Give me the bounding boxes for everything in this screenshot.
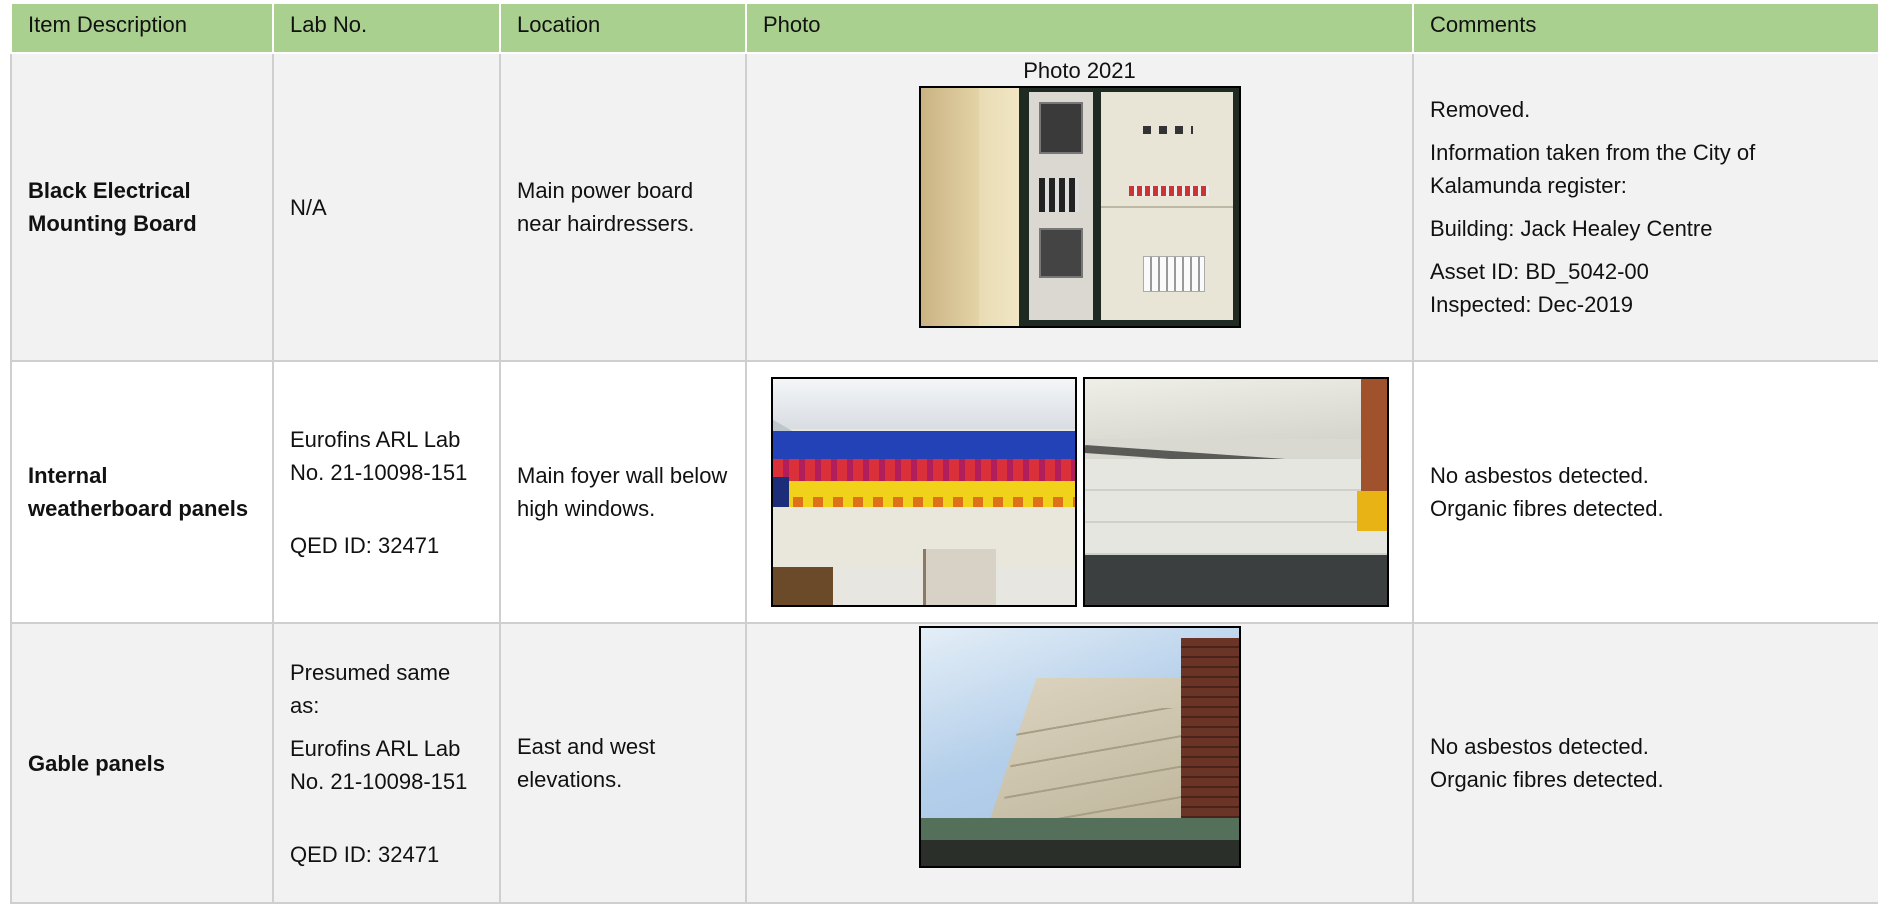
header-location: Location: [499, 4, 747, 54]
item-description-cell: Gable panels: [10, 622, 274, 904]
lab-no-text: Eurofins ARL Lab No. 21-10098-151: [290, 426, 468, 485]
comment-line: Building: Jack Healey Centre: [1430, 216, 1713, 241]
comment-line: Asset ID: BD_5042-00: [1430, 259, 1649, 284]
comments-cell: Removed. Information taken from the City…: [1412, 52, 1878, 362]
header-lab-no: Lab No.: [272, 4, 501, 54]
weatherboard-closeup-photo: [1082, 377, 1389, 607]
table-row: Internal weatherboard panels Eurofins AR…: [10, 360, 1878, 624]
photo-cell: [745, 360, 1414, 624]
photo-caption: Photo 2021: [1023, 58, 1136, 83]
location-cell: East and west elevations.: [499, 622, 747, 904]
comment-line: Removed.: [1430, 97, 1531, 122]
asbestos-register-table: Item Description Lab No. Location Photo …: [10, 4, 1878, 904]
item-description-cell: Internal weatherboard panels: [10, 360, 274, 624]
comment-line: Information taken from the City of Kalam…: [1430, 140, 1756, 198]
qed-id-text: QED ID: 32471: [290, 532, 440, 558]
photo-cell: [745, 622, 1414, 904]
foyer-wall-photo: [770, 377, 1077, 607]
table-header-row: Item Description Lab No. Location Photo …: [10, 4, 1878, 54]
location-cell: Main foyer wall below high windows.: [499, 360, 747, 624]
lab-no-cell: Presumed same as: Eurofins ARL Lab No. 2…: [272, 622, 501, 904]
comment-line: No asbestos detected.: [1430, 463, 1649, 488]
table-row: Gable panels Presumed same as: Eurofins …: [10, 622, 1878, 904]
table-row: Black Electrical Mounting Board N/A Main…: [10, 52, 1878, 362]
comment-line: Organic fibres detected.: [1430, 767, 1664, 792]
presumed-text: Presumed same as:: [290, 659, 451, 718]
lab-no-text: Eurofins ARL Lab No. 21-10098-151: [290, 735, 468, 794]
location-cell: Main power board near hairdressers.: [499, 52, 747, 362]
electrical-board-photo: [918, 86, 1241, 328]
lab-no-cell: N/A: [272, 52, 501, 362]
gable-panels-photo: [918, 626, 1241, 868]
comment-line: Organic fibres detected.: [1430, 496, 1664, 521]
comment-line: No asbestos detected.: [1430, 734, 1649, 759]
comments-cell: No asbestos detected. Organic fibres det…: [1412, 360, 1878, 624]
comment-line: Inspected: Dec-2019: [1430, 292, 1634, 317]
qed-id-text: QED ID: 32471: [290, 841, 440, 867]
header-comments: Comments: [1412, 4, 1878, 54]
lab-no-cell: Eurofins ARL Lab No. 21-10098-151 QED ID…: [272, 360, 501, 624]
header-item-description: Item Description: [10, 4, 274, 54]
comments-cell: No asbestos detected. Organic fibres det…: [1412, 622, 1878, 904]
item-description-cell: Black Electrical Mounting Board: [10, 52, 274, 362]
photo-cell: Photo 2021: [745, 52, 1414, 362]
document-page: Item Description Lab No. Location Photo …: [0, 0, 1878, 904]
header-photo: Photo: [745, 4, 1414, 54]
